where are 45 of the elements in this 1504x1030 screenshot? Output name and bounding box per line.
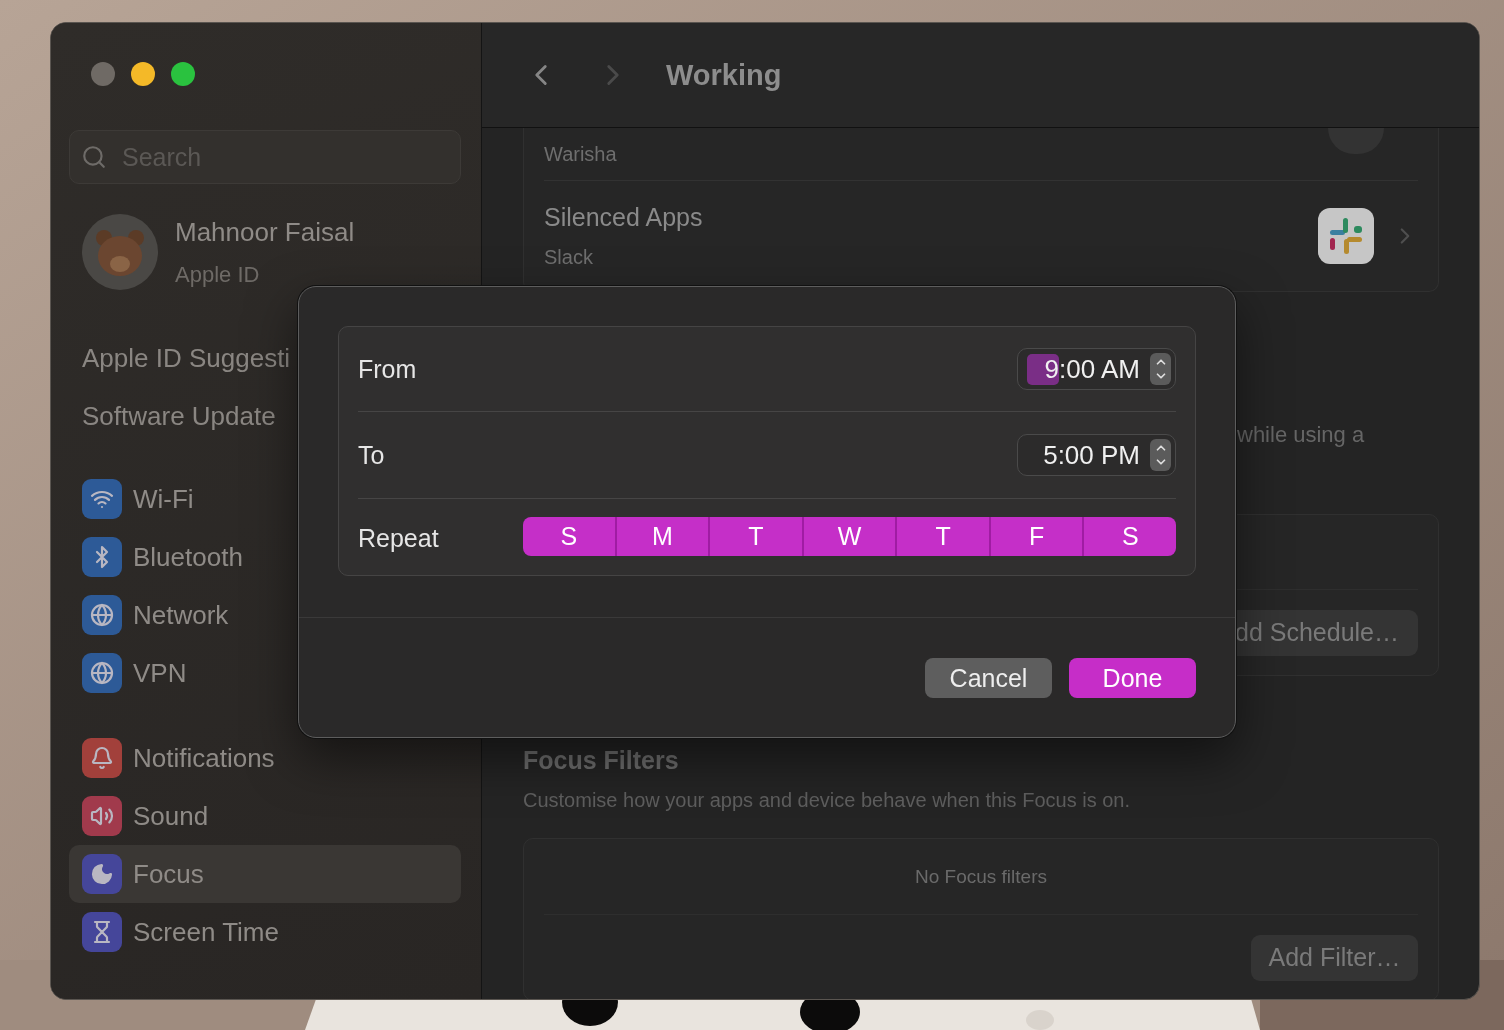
day-toggle[interactable]: S [523, 516, 615, 556]
avatar-icon [82, 214, 158, 290]
time-field[interactable]: 5:00 PM [1017, 434, 1176, 476]
time-field[interactable]: 9:00 AM [1017, 348, 1176, 390]
app-icon [1318, 208, 1374, 264]
account-name: Mahnoor Faisal [175, 216, 355, 248]
stepper-icon[interactable] [1150, 353, 1171, 385]
row-label: Repeat [358, 523, 439, 553]
secondary-button[interactable]: Cancel [925, 658, 1052, 698]
section-description: Customise how your apps and device behave when this Focus is on. [523, 789, 1131, 812]
sidebar-item[interactable]: Focus [69, 845, 461, 903]
day-toggle[interactable]: T [895, 516, 989, 556]
row-label: From [358, 354, 417, 384]
day-toggle[interactable]: T [708, 516, 802, 556]
sidebar-label: Bluetooth [133, 541, 243, 573]
sidebar-label: VPN [133, 657, 187, 689]
sidebar-label: Focus [133, 858, 204, 890]
empty-message: No Focus filters [915, 865, 1047, 888]
add-filter-button[interactable]: Add Filter… [1251, 934, 1418, 981]
sidebar-label: Sound [133, 800, 209, 832]
row-title: Silenced Apps [544, 203, 703, 232]
add-schedule-button[interactable]: dd Schedule… [1235, 609, 1418, 656]
account-subtitle: Apple ID [175, 261, 261, 288]
sidebar-label: Wi-Fi [133, 483, 194, 515]
sidebar-label: Notifications [133, 742, 275, 774]
row-subtitle: Slack [544, 246, 594, 269]
stepper-icon[interactable] [1150, 439, 1171, 471]
window-control-button[interactable] [171, 62, 195, 86]
sidebar-item[interactable]: Sound [69, 787, 461, 845]
section-title: Focus Filters [523, 746, 680, 775]
row-label: To [358, 440, 385, 470]
day-toggle[interactable]: F [988, 516, 1083, 556]
sidebar-item[interactable]: Notifications [69, 729, 461, 787]
sidebar-label: Network [133, 599, 229, 631]
primary-button[interactable]: Done [1069, 658, 1196, 698]
row-subtitle: Warisha [544, 142, 617, 166]
sidebar-label: Screen Time [133, 916, 279, 948]
day-toggle[interactable]: S [1082, 516, 1176, 556]
window-control-button[interactable] [131, 62, 155, 86]
description-text: while using a [1236, 422, 1366, 449]
window-title: Working [666, 58, 782, 92]
search-icon [81, 144, 107, 170]
day-toggle[interactable]: M [614, 516, 709, 556]
day-toggle[interactable]: W [801, 516, 896, 556]
sidebar-item[interactable]: Screen Time [69, 903, 461, 961]
